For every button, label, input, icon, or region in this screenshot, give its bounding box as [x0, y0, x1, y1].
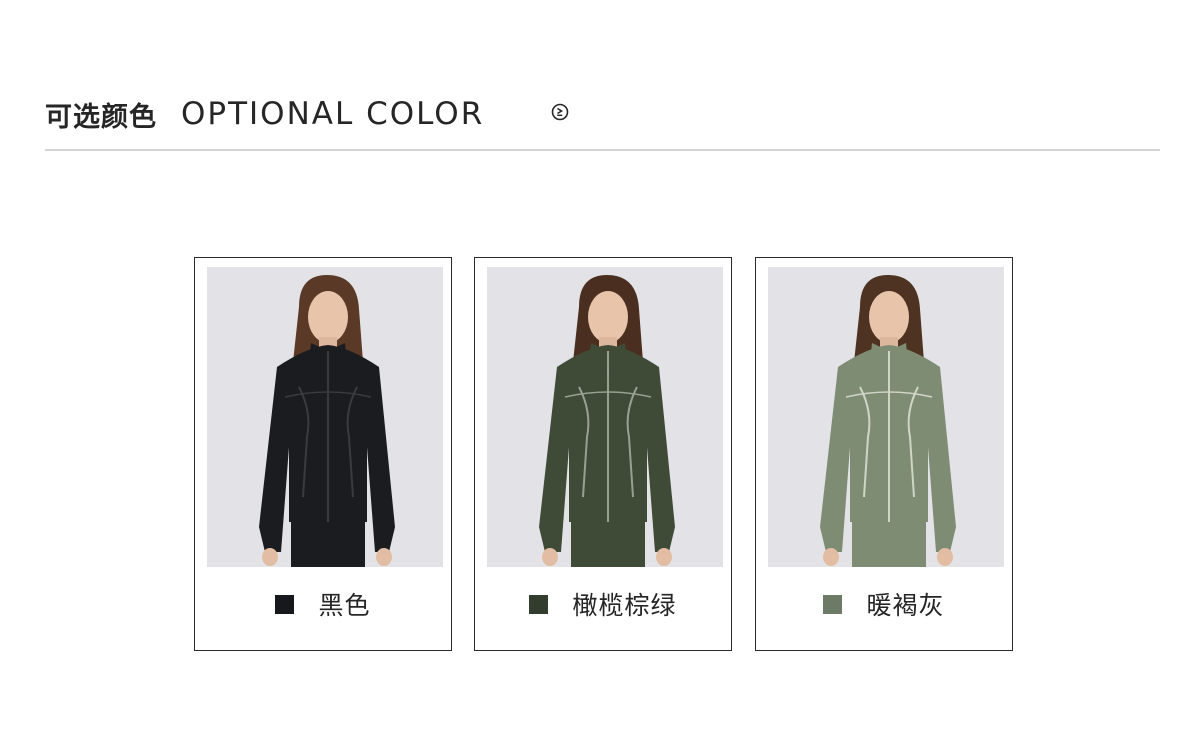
color-caption: 橄榄棕绿 [475, 584, 731, 624]
color-name: 暖褐灰 [866, 591, 945, 620]
header-divider [45, 149, 1160, 151]
color-name: 橄榄棕绿 [572, 591, 677, 620]
section-header: 可选颜色 OPTIONAL COLOR [45, 92, 484, 136]
section-title-cn: 可选颜色 [45, 101, 157, 133]
color-caption: 黑色 [195, 584, 451, 624]
product-card-2[interactable]: 橄榄棕绿 [474, 257, 732, 651]
color-swatch [275, 594, 295, 614]
product-card-1[interactable]: 黑色 [194, 257, 452, 651]
product-photo [487, 267, 723, 567]
color-swatch [823, 594, 843, 614]
color-name: 黑色 [318, 591, 371, 620]
color-caption: 暖褐灰 [756, 584, 1012, 624]
product-photo [768, 267, 1004, 567]
section-title-en: OPTIONAL COLOR [181, 96, 485, 132]
product-card-3[interactable]: 暖褐灰 [755, 257, 1013, 651]
product-photo [207, 267, 443, 567]
color-swatch [529, 594, 549, 614]
circle-arrow-right-icon[interactable] [551, 103, 569, 121]
